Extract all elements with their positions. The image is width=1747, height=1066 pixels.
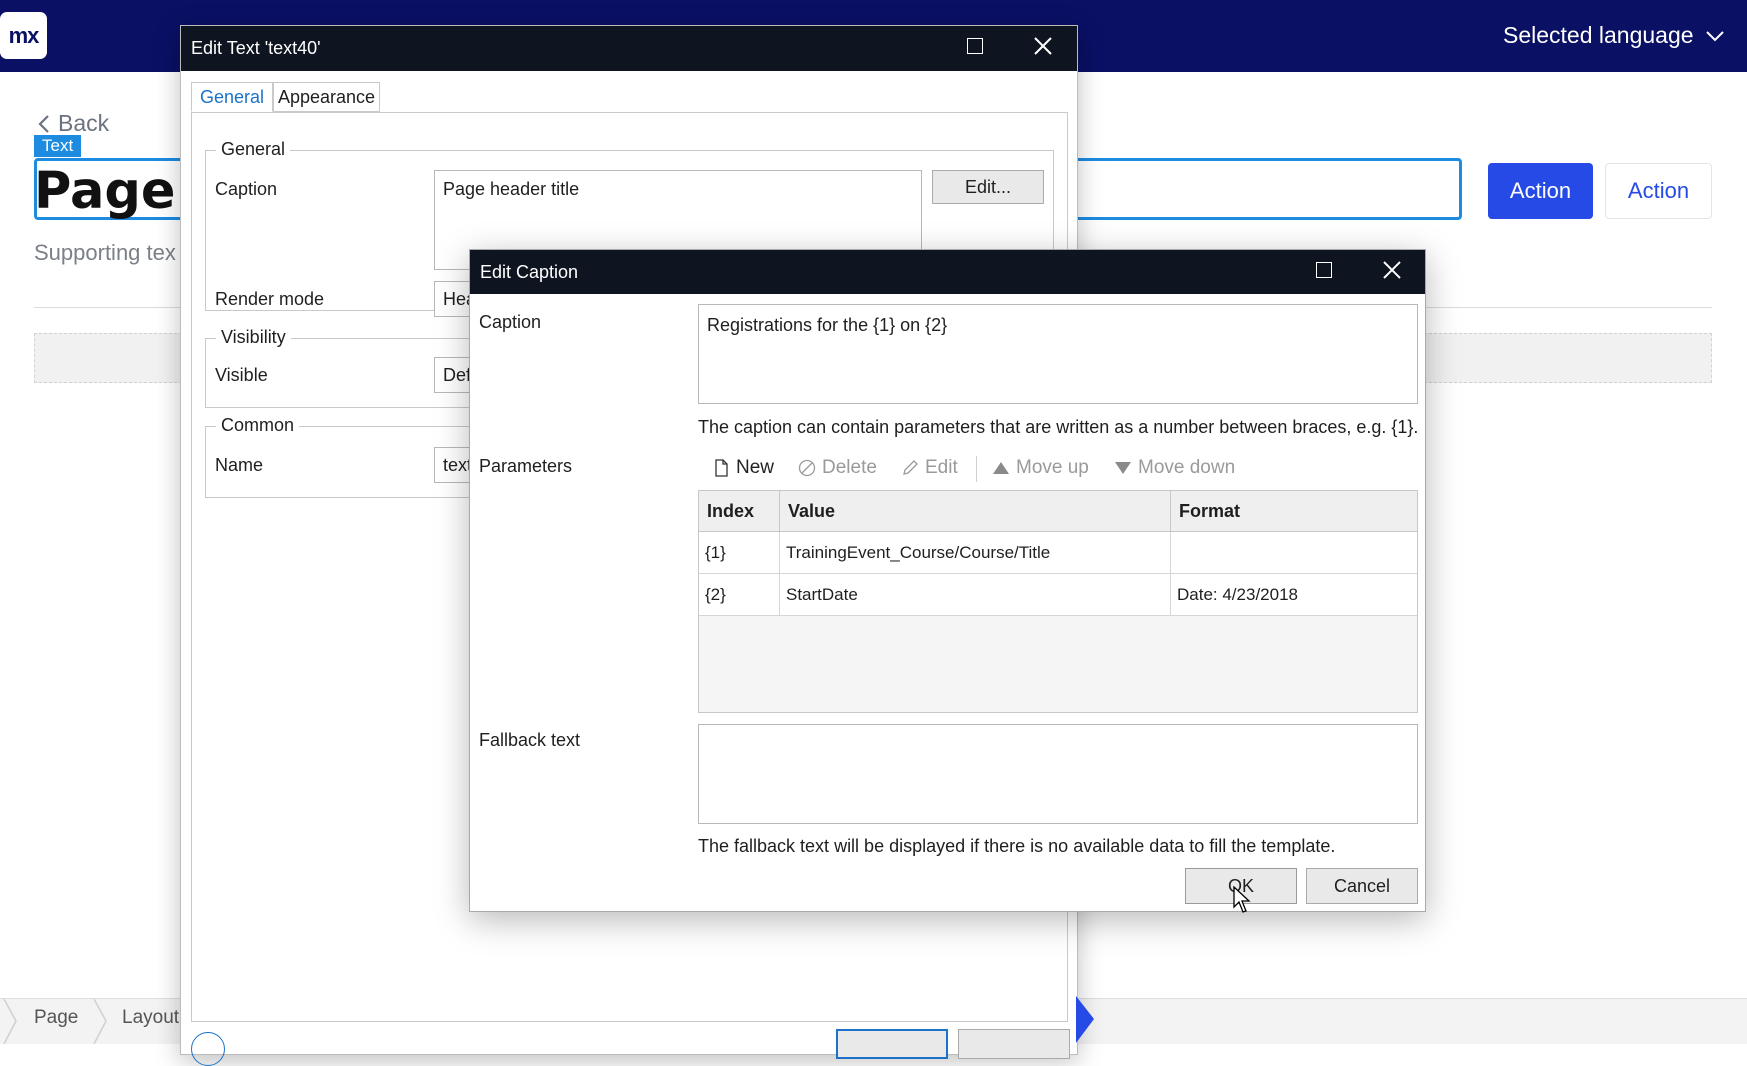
row-format-cell: Date: 4/23/2018 bbox=[1170, 573, 1417, 616]
row-format-cell bbox=[1170, 531, 1417, 574]
edit-caption-button[interactable]: Edit... bbox=[932, 170, 1044, 204]
edit-caption-title: Edit Caption bbox=[480, 262, 579, 282]
edit-parameter-label: Edit bbox=[925, 457, 958, 478]
column-header-value[interactable]: Value bbox=[779, 491, 1171, 532]
row-value-cell: TrainingEvent_Course/Course/Title bbox=[779, 531, 1171, 574]
text-widget-badge: Text bbox=[34, 135, 82, 157]
new-parameter-button[interactable]: New bbox=[712, 457, 774, 479]
table-row[interactable]: {1} TrainingEvent_Course/Course/Title bbox=[699, 531, 1417, 574]
column-header-format[interactable]: Format bbox=[1170, 491, 1417, 532]
edit-text-title: Edit Text 'text40' bbox=[191, 38, 321, 58]
tab-general[interactable]: General bbox=[191, 82, 273, 112]
cancel-button[interactable]: Cancel bbox=[1306, 868, 1418, 904]
dialog-ok-button[interactable] bbox=[836, 1029, 948, 1059]
edit-parameter-button[interactable]: Edit bbox=[901, 457, 958, 479]
breadcrumb-item-page[interactable]: Page bbox=[34, 1007, 78, 1029]
name-label: Name bbox=[215, 455, 264, 475]
parameters-label: Parameters bbox=[479, 456, 573, 476]
move-up-button[interactable]: Move up bbox=[992, 457, 1089, 479]
triangle-up-icon bbox=[993, 462, 1009, 474]
caption-label: Caption bbox=[479, 312, 542, 332]
breadcrumb-item-layout[interactable]: Layout bbox=[122, 1007, 179, 1029]
render-mode-label: Render mode bbox=[215, 289, 325, 309]
delete-parameter-button[interactable]: Delete bbox=[798, 457, 877, 479]
chevron-left-icon bbox=[38, 114, 49, 133]
visible-label: Visible bbox=[215, 365, 268, 385]
language-selector[interactable]: Selected language bbox=[1503, 22, 1724, 49]
language-selector-label: Selected language bbox=[1503, 22, 1694, 48]
mendix-logo[interactable]: mx bbox=[0, 12, 47, 59]
caption-label: Caption bbox=[215, 179, 278, 199]
new-document-icon bbox=[715, 459, 728, 477]
move-down-button[interactable]: Move down bbox=[1114, 457, 1235, 479]
maximize-icon[interactable] bbox=[1316, 262, 1332, 278]
supporting-text: Supporting tex bbox=[34, 240, 176, 265]
move-up-label: Move up bbox=[1016, 457, 1089, 478]
fallback-textarea[interactable] bbox=[698, 724, 1418, 824]
delete-circle-icon bbox=[798, 459, 816, 477]
visibility-group-title: Visibility bbox=[216, 327, 291, 348]
tab-appearance[interactable]: Appearance bbox=[273, 82, 380, 112]
action-secondary-button[interactable]: Action bbox=[1605, 163, 1712, 219]
column-header-index[interactable]: Index bbox=[699, 491, 780, 532]
triangle-down-icon bbox=[1115, 462, 1131, 474]
maximize-icon[interactable] bbox=[967, 38, 983, 54]
edit-text-titlebar[interactable]: Edit Text 'text40' bbox=[181, 26, 1077, 71]
edit-caption-titlebar[interactable]: Edit Caption bbox=[470, 250, 1425, 294]
help-icon[interactable] bbox=[191, 1032, 225, 1066]
common-group-title: Common bbox=[216, 415, 300, 436]
caption-textarea[interactable]: Registrations for the {1} on {2} bbox=[698, 304, 1418, 404]
move-down-label: Move down bbox=[1138, 457, 1236, 478]
close-icon[interactable] bbox=[1381, 259, 1403, 281]
row-index-cell: {2} bbox=[699, 573, 780, 616]
chevron-down-icon bbox=[1705, 30, 1724, 41]
delete-parameter-label: Delete bbox=[822, 457, 877, 478]
fallback-hint: The fallback text will be displayed if t… bbox=[698, 836, 1336, 856]
breadcrumb-arrow-icon bbox=[1076, 996, 1094, 1043]
back-label: Back bbox=[58, 110, 110, 136]
breadcrumb-separator-icon bbox=[93, 999, 107, 1044]
mouse-cursor-icon bbox=[1233, 886, 1251, 913]
action-primary-button[interactable]: Action bbox=[1488, 163, 1593, 219]
general-group-title: General bbox=[216, 139, 291, 160]
edit-caption-dialog: Edit Caption Caption Registrations for t… bbox=[469, 249, 1426, 912]
dialog-cancel-button[interactable] bbox=[958, 1029, 1070, 1059]
caption-hint: The caption can contain parameters that … bbox=[698, 417, 1419, 437]
parameters-grid: Index Value Format {1} TrainingEvent_Cou… bbox=[698, 490, 1418, 713]
fallback-text-label: Fallback text bbox=[479, 730, 581, 750]
row-index-cell: {1} bbox=[699, 531, 780, 574]
new-parameter-label: New bbox=[736, 457, 775, 478]
breadcrumb-separator-icon bbox=[3, 999, 17, 1044]
back-link[interactable]: Back bbox=[38, 110, 109, 137]
table-row[interactable]: {2} StartDate Date: 4/23/2018 bbox=[699, 573, 1417, 616]
row-value-cell: StartDate bbox=[779, 573, 1171, 616]
close-icon[interactable] bbox=[1032, 35, 1054, 57]
toolbar-separator bbox=[976, 456, 977, 482]
pencil-icon bbox=[903, 460, 918, 475]
